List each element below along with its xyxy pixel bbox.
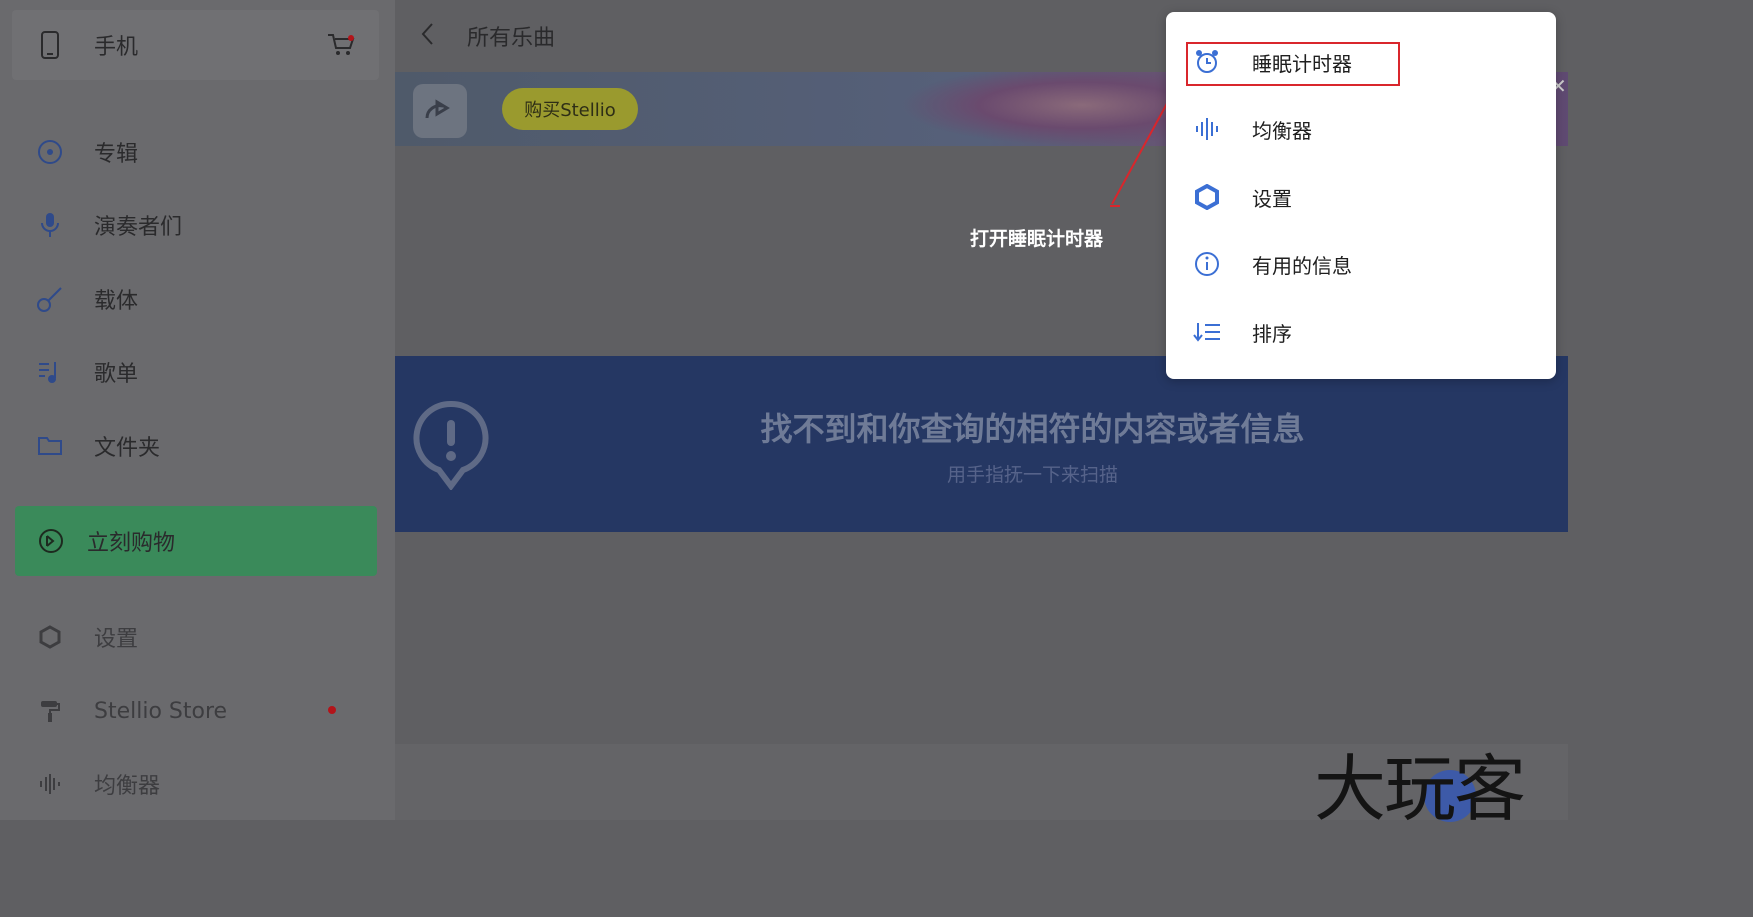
sidebar-item-equalizer[interactable]: 均衡器 <box>0 759 395 809</box>
equalizer-icon <box>6 772 94 796</box>
phone-icon <box>6 31 94 59</box>
device-label: 手机 <box>94 35 139 60</box>
cart-icon[interactable] <box>326 32 356 62</box>
empty-state-subtitle: 用手指抚一下来扫描 <box>946 464 1118 486</box>
menu-item-label: 排序 <box>1252 321 1292 346</box>
shop-icon <box>15 528 87 554</box>
page-title: 所有乐曲 <box>467 26 556 51</box>
highlight-box <box>1186 42 1400 86</box>
sort-icon <box>1166 321 1248 343</box>
sidebar-item-label: 均衡器 <box>94 774 161 799</box>
sidebar-item-label: Stellio Store <box>94 698 228 724</box>
menu-item-settings[interactable]: 设置 <box>1166 167 1556 227</box>
guitar-icon <box>6 285 94 313</box>
notification-dot <box>328 706 336 714</box>
sidebar-item-settings[interactable]: 设置 <box>0 612 395 662</box>
menu-item-equalizer[interactable]: 均衡器 <box>1166 99 1556 159</box>
chevron-left-icon[interactable] <box>420 22 444 50</box>
sidebar-item-label: 专辑 <box>94 142 139 167</box>
shop-label: 立刻购物 <box>87 531 176 556</box>
sidebar-item-label: 歌单 <box>94 362 139 387</box>
equalizer-icon <box>1166 116 1248 142</box>
info-icon <box>1166 251 1248 277</box>
empty-state-title: 找不到和你查询的相符的内容或者信息 <box>760 410 1305 448</box>
buy-stellio-button[interactable]: 购买Stellio <box>502 88 638 130</box>
disc-icon <box>6 139 94 165</box>
menu-item-label: 均衡器 <box>1252 118 1312 143</box>
playlist-icon <box>6 359 94 385</box>
paint-roller-icon <box>6 698 94 724</box>
sidebar-item-label: 文件夹 <box>94 436 161 461</box>
annotation-text: 打开睡眠计时器 <box>970 228 1104 250</box>
sidebar-item-folders[interactable]: 文件夹 <box>0 421 395 471</box>
sidebar-item-label: 载体 <box>94 289 139 314</box>
sidebar-item-albums[interactable]: 专辑 <box>0 127 395 177</box>
sidebar-item-label: 设置 <box>94 627 139 652</box>
microphone-icon <box>6 211 94 239</box>
menu-item-label: 设置 <box>1252 186 1292 211</box>
stellio-logo <box>413 84 467 138</box>
menu-item-sort[interactable]: 排序 <box>1166 302 1556 362</box>
sidebar-item-artists[interactable]: 演奏者们 <box>0 200 395 250</box>
folder-icon <box>6 435 94 457</box>
menu-item-label: 有用的信息 <box>1252 253 1352 278</box>
sidebar-item-playlists[interactable]: 歌单 <box>0 347 395 397</box>
content-lower <box>395 532 1568 744</box>
shop-now-button[interactable]: 立刻购物 <box>15 506 377 576</box>
sidebar-item-label: 演奏者们 <box>94 215 183 240</box>
watermark: 大玩客 <box>1314 747 1526 831</box>
sidebar-item-genres[interactable]: 载体 <box>0 274 395 324</box>
menu-item-useful-info[interactable]: 有用的信息 <box>1166 234 1556 294</box>
gear-icon <box>1166 184 1248 210</box>
gear-icon <box>6 625 94 649</box>
